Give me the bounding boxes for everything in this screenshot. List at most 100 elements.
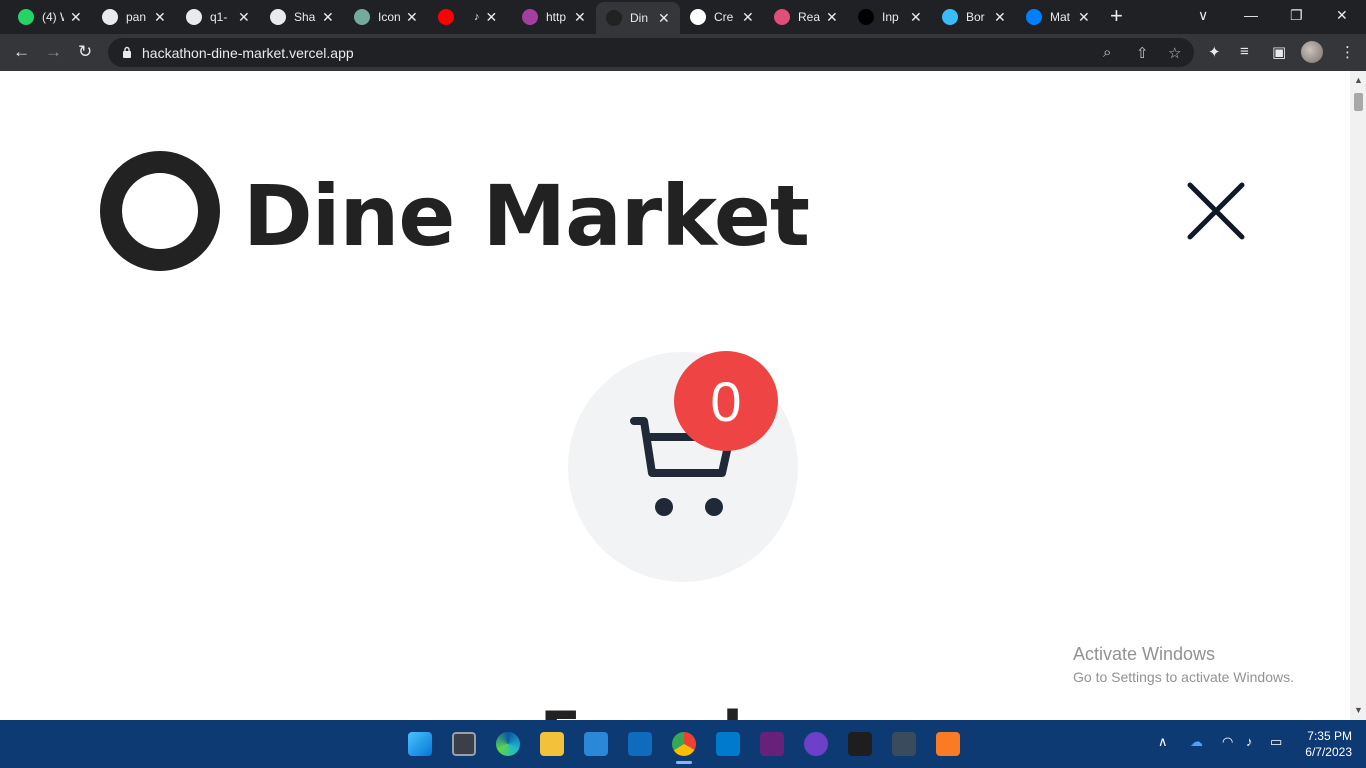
whatsapp-icon	[18, 9, 34, 25]
vercel-icon	[690, 9, 706, 25]
browser-tab[interactable]: Bor ✕	[942, 4, 1006, 30]
mui-icon	[1026, 9, 1042, 25]
browser-tab-strip: (4) W✕pan✕q1-✕Sha✕Icon✕♪✕http✕Din✕Cre✕Re…	[0, 0, 1366, 34]
dine-market-icon	[606, 10, 622, 26]
system-clock[interactable]: 7:35 PM 6/7/2023	[1300, 728, 1352, 760]
browser-tab[interactable]: Sha ✕	[270, 4, 334, 30]
scroll-down-arrow-icon[interactable]: ▼	[1354, 705, 1363, 715]
close-tab-icon[interactable]: ✕	[70, 10, 82, 24]
tab-title: Mat	[1050, 10, 1071, 24]
zoom-icon[interactable]: ⌕	[1103, 44, 1111, 61]
activate-windows-watermark: Activate Windows Go to Settings to activ…	[1073, 644, 1294, 685]
share-icon[interactable]: ⇧	[1136, 44, 1149, 62]
figma-icon[interactable]	[848, 732, 872, 756]
close-tab-icon[interactable]: ✕	[910, 10, 922, 24]
watermark-subtitle: Go to Settings to activate Windows.	[1073, 669, 1294, 685]
edge-icon[interactable]	[496, 732, 520, 756]
vscode-icon[interactable]	[716, 732, 740, 756]
xampp-icon[interactable]	[936, 732, 960, 756]
browser-tab[interactable]: Inp ✕	[858, 4, 922, 30]
extensions-icon[interactable]: ✦	[1208, 43, 1221, 61]
close-tab-icon[interactable]: ✕	[826, 10, 838, 24]
browser-tab[interactable]: Din ✕	[596, 2, 680, 34]
close-tab-icon[interactable]: ✕	[238, 10, 250, 24]
wifi-icon[interactable]: ◠	[1222, 734, 1233, 750]
menu-item-female[interactable]: Female	[540, 699, 784, 720]
chatgpt-icon	[354, 9, 370, 25]
close-tab-icon[interactable]: ✕	[154, 10, 166, 24]
tab-title: Bor	[966, 10, 985, 24]
dine-market-logo-icon[interactable]	[100, 151, 220, 271]
tab-title: q1-	[210, 10, 228, 24]
windows-taskbar: ∧ ☁ ◠ ♪ ▭ 7:35 PM 6/7/2023	[0, 720, 1366, 768]
tab-search-icon[interactable]: ∨	[1198, 7, 1208, 24]
scrollbar-thumb[interactable]	[1354, 93, 1363, 111]
close-tab-icon[interactable]: ✕	[1078, 10, 1090, 24]
browser-tab[interactable]: ♪ ✕	[438, 4, 497, 30]
close-menu-icon[interactable]	[1184, 181, 1248, 243]
close-tab-icon[interactable]: ✕	[322, 10, 334, 24]
tab-title: http	[546, 10, 567, 24]
media-control-icon[interactable]: ≡	[1240, 43, 1249, 60]
battery-icon[interactable]: ▭	[1270, 734, 1282, 750]
side-panel-icon[interactable]: ▣	[1272, 43, 1286, 61]
tab-title: Din	[630, 11, 649, 25]
page-scrollbar[interactable]: ▲ ▼	[1350, 71, 1366, 720]
tab-title: (4) W	[42, 10, 64, 24]
scroll-up-arrow-icon[interactable]: ▲	[1354, 75, 1363, 85]
close-tab-icon[interactable]: ✕	[742, 10, 754, 24]
browser-tab[interactable]: Icon ✕	[354, 4, 418, 30]
react-icon	[774, 9, 790, 25]
tab-title: Inp	[882, 10, 899, 24]
browser-tab[interactable]: Cre ✕	[690, 4, 754, 30]
close-tab-icon[interactable]: ✕	[658, 11, 670, 25]
github-desktop-icon[interactable]	[804, 732, 828, 756]
tab-title: Cre	[714, 10, 734, 24]
browser-tab[interactable]: Rea ✕	[774, 4, 838, 30]
bookmark-star-icon[interactable]: ☆	[1168, 44, 1181, 62]
close-tab-icon[interactable]: ✕	[994, 10, 1006, 24]
menu-kebab-icon[interactable]: ⋮	[1340, 43, 1355, 61]
browser-tab[interactable]: Mat ✕	[1026, 4, 1090, 30]
task-view-icon[interactable]	[452, 732, 476, 756]
back-button[interactable]: ←	[13, 42, 30, 62]
restore-button[interactable]: ❐	[1290, 7, 1303, 24]
brand-name[interactable]: Dine Market	[243, 167, 810, 265]
clock-date: 6/7/2023	[1305, 745, 1352, 759]
browser-tab[interactable]: q1- ✕	[186, 4, 250, 30]
chrome-icon[interactable]	[672, 732, 696, 764]
browser-tab[interactable]: pan ✕	[102, 4, 166, 30]
minimize-button[interactable]: —	[1244, 7, 1258, 23]
mysql-workbench-icon[interactable]	[892, 732, 916, 756]
close-tab-icon[interactable]: ✕	[406, 10, 418, 24]
file-explorer-icon[interactable]	[540, 732, 564, 756]
ring-icon	[522, 9, 538, 25]
youtube-icon	[438, 9, 454, 25]
tab-title: pan	[126, 10, 147, 24]
tab-audio-icon[interactable]: ♪	[474, 11, 480, 23]
mail-icon[interactable]	[628, 732, 652, 756]
watermark-title: Activate Windows	[1073, 644, 1216, 664]
tab-title: Icon	[378, 10, 400, 24]
volume-icon[interactable]: ♪	[1246, 734, 1253, 749]
reload-button[interactable]: ↻	[78, 42, 92, 62]
close-window-button[interactable]: ✕	[1336, 7, 1348, 24]
microsoft-store-icon[interactable]	[584, 732, 608, 756]
github-icon	[270, 9, 286, 25]
close-tab-icon[interactable]: ✕	[486, 10, 498, 24]
url-text: hackathon-dine-market.vercel.app	[142, 45, 354, 61]
browser-tab[interactable]: http ✕	[522, 4, 586, 30]
address-bar[interactable]: hackathon-dine-market.vercel.app ⌕ ⇧ ☆	[108, 38, 1194, 67]
visual-studio-icon[interactable]	[760, 732, 784, 756]
browser-tab[interactable]: (4) W ✕	[18, 4, 82, 30]
profile-avatar[interactable]	[1301, 41, 1323, 63]
tab-title: Sha	[294, 10, 316, 24]
close-tab-icon[interactable]: ✕	[574, 10, 586, 24]
onedrive-icon[interactable]: ☁	[1190, 734, 1203, 750]
tailwind-icon	[942, 9, 958, 25]
tray-overflow-icon[interactable]: ∧	[1158, 734, 1168, 750]
clock-time: 7:35 PM	[1307, 729, 1352, 743]
new-tab-button[interactable]: +	[1110, 5, 1123, 27]
start-button-icon[interactable]	[408, 732, 432, 756]
forward-button[interactable]: →	[45, 42, 62, 62]
